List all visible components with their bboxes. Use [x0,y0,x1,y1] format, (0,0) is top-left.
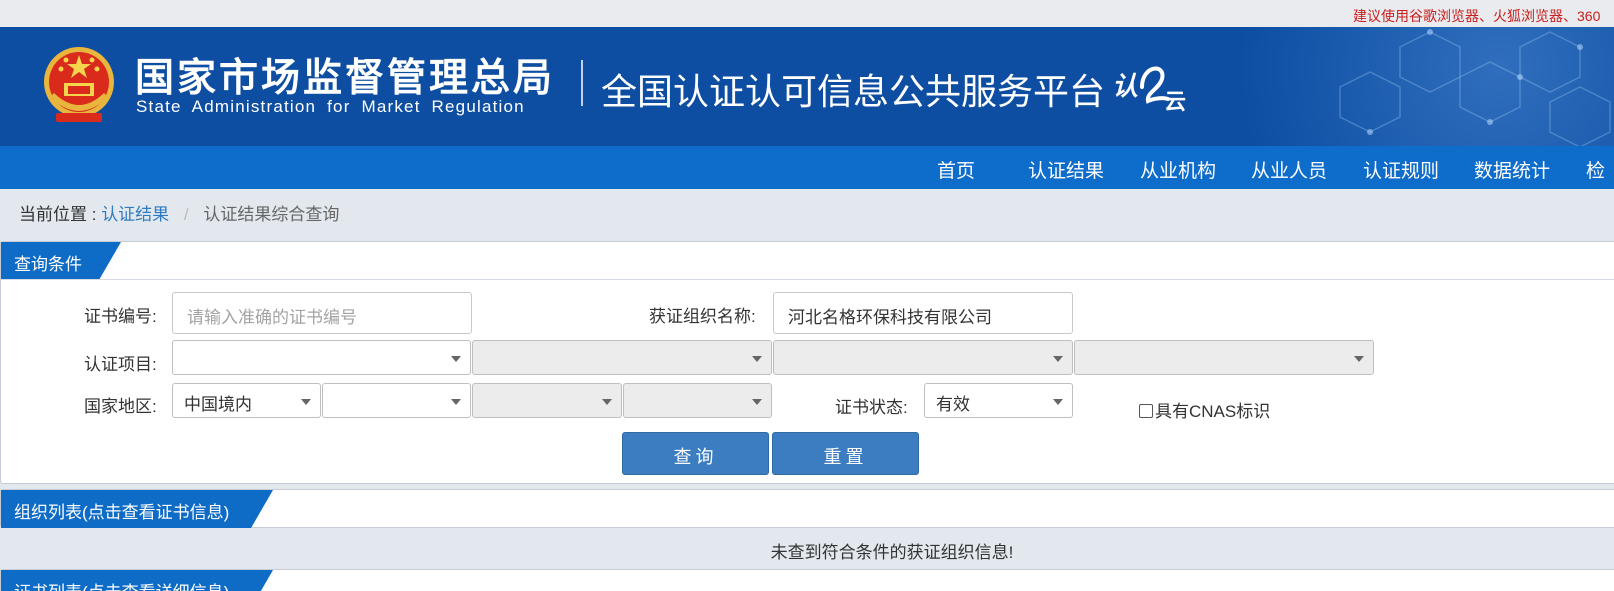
breadcrumb-link[interactable]: 认证结果 [101,205,169,224]
nav-more[interactable]: 检 [1586,156,1605,183]
org-list-empty-message: 未查到符合条件的获证组织信息! [0,538,1614,563]
search-button[interactable]: 查询 [622,432,769,475]
agency-name-en: State Administration for Market Regulati… [136,97,525,116]
top-notice-bar: 建议使用谷歌浏览器、火狐浏览器、360 [0,0,1614,27]
empty-message-text: 未查到符合条件的获证组织信息! [770,543,1014,562]
header-divider [581,60,583,106]
project-select-2[interactable] [472,340,772,375]
chevron-down-icon [301,399,311,405]
breadcrumb-label: 当前位置 : [19,205,97,224]
nav-cert-results[interactable]: 认证结果 [1028,156,1104,183]
site-header: 国家市场监督管理总局 State Administration for Mark… [0,27,1614,146]
status-select-value: 有效 [936,395,970,414]
region-label: 国家地区: [84,397,157,416]
project-select-4[interactable] [1074,340,1374,375]
org-name-input[interactable]: 河北名格环保科技有限公司 [773,292,1073,334]
status-select[interactable]: 有效 [924,383,1073,418]
cert-no-input[interactable]: 请输入准确的证书编号 [172,292,472,334]
org-list-panel: 组织列表(点击查看证书信息) [0,489,1614,528]
query-panel-title: 查询条件 [1,242,121,280]
agency-name-cn: 国家市场监督管理总局 [135,56,556,101]
org-name-label: 获证组织名称: [649,307,756,326]
national-emblem-icon [44,47,114,122]
nav-personnel[interactable]: 从业人员 [1251,156,1327,183]
region-select-2[interactable] [322,383,471,418]
nav-cert-rules[interactable]: 认证规则 [1363,156,1439,183]
chevron-down-icon [451,356,461,362]
cnas-checkbox[interactable]: 具有CNAS标识 [1139,397,1270,422]
project-select-1[interactable] [172,340,471,375]
region-select-1[interactable]: 中国境内 [172,383,321,418]
region-select-1-value: 中国境内 [184,395,252,414]
breadcrumb-current: 认证结果综合查询 [203,205,340,224]
main-nav: 首页 认证结果 从业机构 从业人员 认证规则 数据统计 检 [0,146,1614,189]
cnas-checkbox-label: 具有CNAS标识 [1155,402,1271,421]
breadcrumb-separator: / [183,205,189,224]
chevron-down-icon [1354,356,1364,362]
chevron-down-icon [602,399,612,405]
status-label: 证书状态: [835,398,908,417]
cert-cloud-logo: 认 云 [1112,66,1186,113]
hexagon-decoration [1339,29,1611,146]
chevron-down-icon [752,399,762,405]
org-list-title: 组织列表(点击查看证书信息) [1,490,273,528]
breadcrumb: 当前位置 : 认证结果 / 认证结果综合查询 [19,200,339,225]
svg-text:云: 云 [1164,90,1186,113]
reset-button[interactable]: 重置 [772,432,919,475]
nav-institutions[interactable]: 从业机构 [1140,156,1216,183]
browser-notice: 建议使用谷歌浏览器、火狐浏览器、360 [1353,8,1601,24]
cert-list-panel: 证书列表(点击查看详细信息) [0,569,1614,591]
project-select-3[interactable] [773,340,1073,375]
region-select-3[interactable] [472,383,622,418]
panel-divider [1,279,1614,280]
checkbox-icon[interactable] [1139,404,1153,418]
chevron-down-icon [752,356,762,362]
project-label: 认证项目: [84,355,157,374]
nav-home[interactable]: 首页 [937,156,975,183]
nav-statistics[interactable]: 数据统计 [1474,156,1550,183]
chevron-down-icon [1053,399,1063,405]
platform-title: 全国认证认可信息公共服务平台 [601,72,1106,113]
svg-text:认: 认 [1112,72,1138,102]
cert-list-title: 证书列表(点击查看详细信息) [1,570,273,591]
chevron-down-icon [1053,356,1063,362]
query-panel: 查询条件 证书编号: 请输入准确的证书编号 获证组织名称: 河北名格环保科技有限… [0,241,1614,484]
chevron-down-icon [451,399,461,405]
cert-no-label: 证书编号: [84,307,157,326]
region-select-4[interactable] [623,383,772,418]
